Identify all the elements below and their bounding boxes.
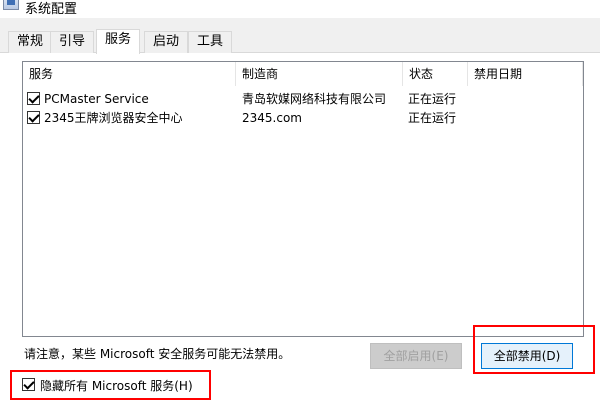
hide-microsoft-label: 隐藏所有 Microsoft 服务(H) — [40, 379, 193, 393]
tab-startup[interactable]: 启动 — [144, 31, 189, 53]
table-row[interactable]: 2345王牌浏览器安全中心 2345.com 正在运行 — [23, 108, 583, 128]
table-row[interactable]: PCMaster Service 青岛软媒网络科技有限公司 正在运行 — [23, 89, 583, 109]
column-header-manufacturer[interactable]: 制造商 — [236, 62, 403, 86]
tab-boot[interactable]: 引导 — [50, 31, 95, 53]
hide-microsoft-checkbox[interactable] — [22, 378, 35, 391]
service-checkbox[interactable] — [27, 111, 40, 124]
service-status: 正在运行 — [408, 111, 457, 125]
tab-services[interactable]: 服务 — [96, 29, 141, 54]
tab-strip: 常规 引导 服务 启动 工具 — [0, 29, 600, 54]
enable-all-button[interactable]: 全部启用(E) — [370, 343, 462, 369]
disable-all-button[interactable]: 全部禁用(D) — [481, 343, 573, 369]
service-name: 2345王牌浏览器安全中心 — [44, 111, 183, 125]
microsoft-services-note: 请注意，某些 Microsoft 安全服务可能无法禁用。 — [24, 347, 291, 361]
column-header-status[interactable]: 状态 — [403, 62, 468, 86]
column-header-service[interactable]: 服务 — [23, 62, 236, 86]
tab-general[interactable]: 常规 — [8, 31, 53, 53]
column-header-disabled-date[interactable]: 禁用日期 — [468, 62, 583, 86]
window-title: 系统配置 — [25, 2, 78, 17]
service-name: PCMaster Service — [44, 92, 149, 106]
service-checkbox[interactable] — [27, 92, 40, 105]
service-manufacturer: 青岛软媒网络科技有限公司 — [242, 92, 387, 106]
services-list[interactable]: 服务 制造商 状态 禁用日期 PCMaster Service 青岛软媒网络科技… — [22, 61, 584, 337]
hide-microsoft-services[interactable]: 隐藏所有 Microsoft 服务(H) — [22, 375, 212, 395]
title-bar: 系统配置 — [0, 0, 600, 18]
list-header: 服务 制造商 状态 禁用日期 — [23, 62, 583, 86]
system-config-icon — [3, 0, 19, 10]
service-manufacturer: 2345.com — [242, 111, 302, 125]
service-status: 正在运行 — [408, 92, 457, 106]
tab-tools[interactable]: 工具 — [188, 31, 233, 53]
